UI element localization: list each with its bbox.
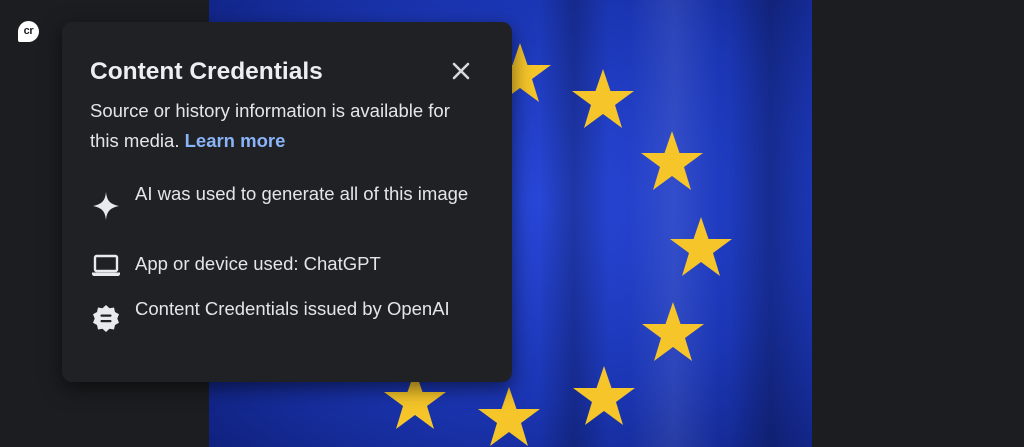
learn-more-link[interactable]: Learn more (185, 130, 286, 151)
content-credentials-popup: Content Credentials Source or history in… (62, 22, 512, 382)
popup-title: Content Credentials (90, 58, 323, 85)
close-button[interactable] (449, 59, 473, 83)
viewer: cr Content Credentials Source or history… (0, 0, 1024, 447)
sparkle-icon (90, 191, 124, 221)
close-icon (452, 62, 470, 80)
popup-description: Source or history information is availab… (90, 96, 470, 156)
info-item-text: Content Credentials issued by OpenAI (135, 298, 450, 319)
content-credentials-badge[interactable]: cr (18, 21, 39, 42)
laptop-icon (90, 251, 124, 281)
info-item-text: AI was used to generate all of this imag… (135, 183, 469, 204)
certificate-badge-icon (90, 304, 124, 334)
right-background (812, 0, 1024, 447)
info-item-text: App or device used: ChatGPT (135, 253, 381, 274)
